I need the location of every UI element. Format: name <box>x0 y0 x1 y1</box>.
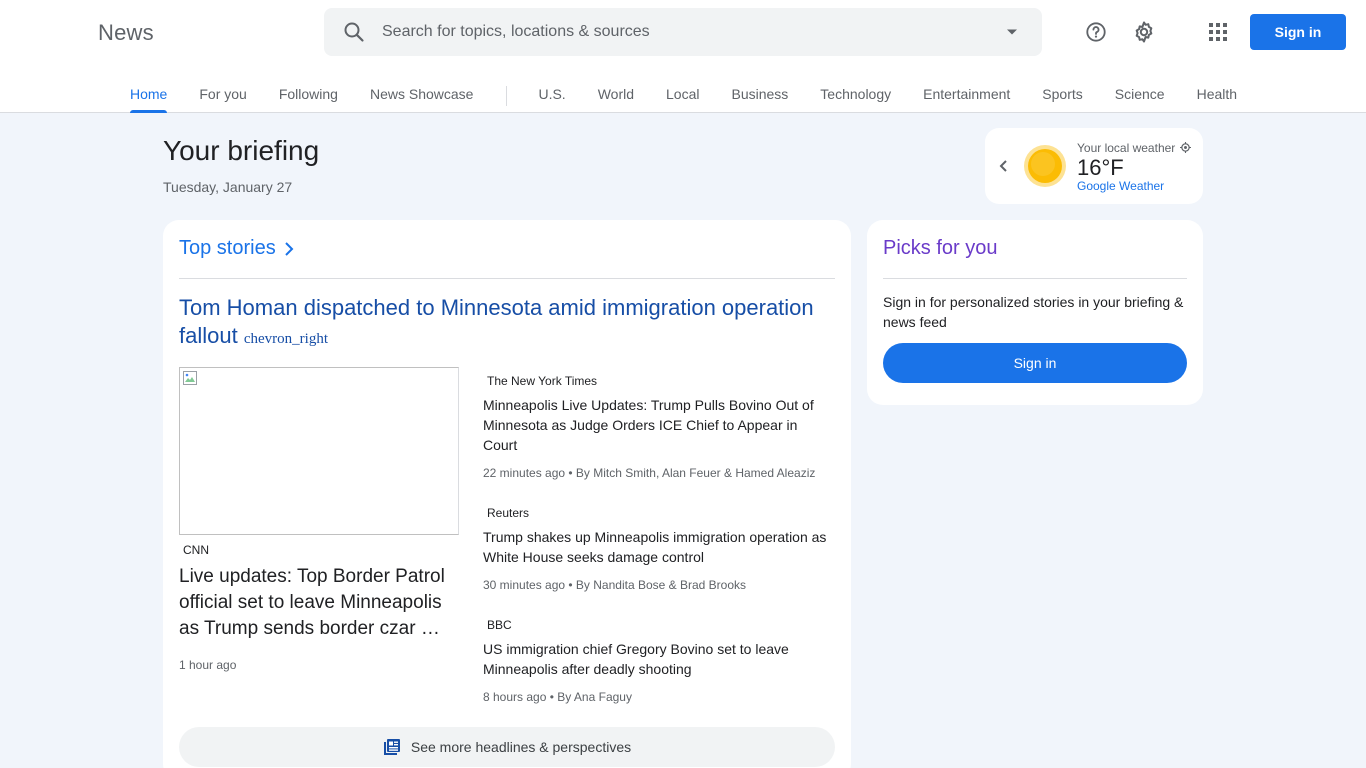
search-input[interactable] <box>382 8 982 56</box>
sun-icon <box>1024 145 1066 187</box>
nav-divider <box>506 86 508 106</box>
tab-us[interactable]: U.S. <box>522 72 581 113</box>
tab-sports[interactable]: Sports <box>1026 72 1098 113</box>
location-icon <box>1180 142 1191 153</box>
article-meta: 22 minutes ago • By Mitch Smith, Alan Fe… <box>483 466 816 480</box>
picks-description: Sign in for personalized stories in your… <box>883 294 1184 330</box>
caret-down-icon[interactable] <box>1006 26 1018 38</box>
tab-news-showcase[interactable]: News Showcase <box>354 72 490 113</box>
settings-button[interactable] <box>1128 16 1160 48</box>
tab-entertainment[interactable]: Entertainment <box>907 72 1026 113</box>
chevron-right-icon <box>285 241 294 256</box>
tab-home[interactable]: Home <box>114 72 183 113</box>
google-weather-link[interactable]: Google Weather <box>1077 179 1164 193</box>
article-title[interactable]: Minneapolis Live Updates: Trump Pulls Bo… <box>483 395 835 455</box>
article-title[interactable]: Live updates: Top Border Patrol official… <box>179 564 465 642</box>
chevron-right-icon: chevron_right <box>243 331 328 347</box>
picks-sign-in-button[interactable]: Sign in <box>883 343 1187 383</box>
sign-in-button[interactable]: Sign in <box>1250 14 1346 50</box>
tab-world[interactable]: World <box>582 72 650 113</box>
article-title[interactable]: US immigration chief Gregory Bovino set … <box>483 639 835 679</box>
divider <box>179 278 835 279</box>
cluster-headline-link[interactable]: Tom Homan dispatched to Minnesota amid i… <box>179 294 839 353</box>
article-source[interactable]: The New York Times <box>487 374 835 388</box>
article-source[interactable]: Reuters <box>487 506 835 520</box>
tab-technology[interactable]: Technology <box>804 72 907 113</box>
list-item: BBC US immigration chief Gregory Bovino … <box>483 618 835 704</box>
article-meta: 30 minutes ago • By Nandita Bose & Brad … <box>483 578 747 592</box>
picks-title: Picks for you <box>883 237 998 259</box>
search-box[interactable] <box>324 8 1042 56</box>
newspaper-icon <box>383 739 400 755</box>
list-item: Reuters Trump shakes up Minneapolis immi… <box>483 506 835 592</box>
divider <box>883 278 1187 279</box>
article-time: 1 hour ago <box>179 658 237 672</box>
tab-following[interactable]: Following <box>263 72 354 113</box>
article-title[interactable]: Trump shakes up Minneapolis immigration … <box>483 527 835 567</box>
app-logo[interactable]: News <box>98 20 154 46</box>
list-item: The New York Times Minneapolis Live Upda… <box>483 374 835 480</box>
weather-temperature: 16°F <box>1077 155 1124 180</box>
top-stories-heading[interactable]: Top stories <box>179 237 294 260</box>
top-stories-card: Top stories Tom Homan dispatched to Minn… <box>163 220 851 768</box>
gear-icon <box>1135 21 1153 43</box>
tab-local[interactable]: Local <box>650 72 715 113</box>
article-source[interactable]: CNN <box>183 543 209 557</box>
article-thumbnail[interactable] <box>179 367 459 535</box>
see-more-label: See more headlines & perspectives <box>410 739 632 755</box>
tab-business[interactable]: Business <box>715 72 804 113</box>
apps-button[interactable] <box>1202 16 1234 48</box>
briefing-date: Tuesday, January 27 <box>163 179 293 195</box>
apps-grid-icon <box>1209 23 1227 41</box>
see-more-button[interactable]: See more headlines & perspectives <box>179 727 835 767</box>
broken-image-icon <box>183 371 197 385</box>
tab-health[interactable]: Health <box>1181 72 1253 113</box>
top-stories-label: Top stories <box>179 237 276 259</box>
weather-widget[interactable]: Your local weather 16°F Google Weather <box>985 128 1203 204</box>
article-source[interactable]: BBC <box>487 618 835 632</box>
section-nav: Home For you Following News Showcase U.S… <box>114 72 1253 113</box>
help-button[interactable] <box>1080 16 1112 48</box>
picks-card: Picks for you Sign in for personalized s… <box>867 220 1203 405</box>
tab-for-you[interactable]: For you <box>183 72 262 113</box>
top-bar: News Sign in Home For you Following News… <box>0 0 1366 113</box>
page-title: Your briefing <box>163 135 320 166</box>
weather-label: Your local weather <box>1077 141 1176 155</box>
tab-science[interactable]: Science <box>1099 72 1181 113</box>
search-icon[interactable] <box>342 20 366 44</box>
chevron-left-icon[interactable] <box>995 156 1011 176</box>
help-icon <box>1086 22 1106 42</box>
article-meta: 8 hours ago • By Ana Faguy <box>483 690 632 704</box>
